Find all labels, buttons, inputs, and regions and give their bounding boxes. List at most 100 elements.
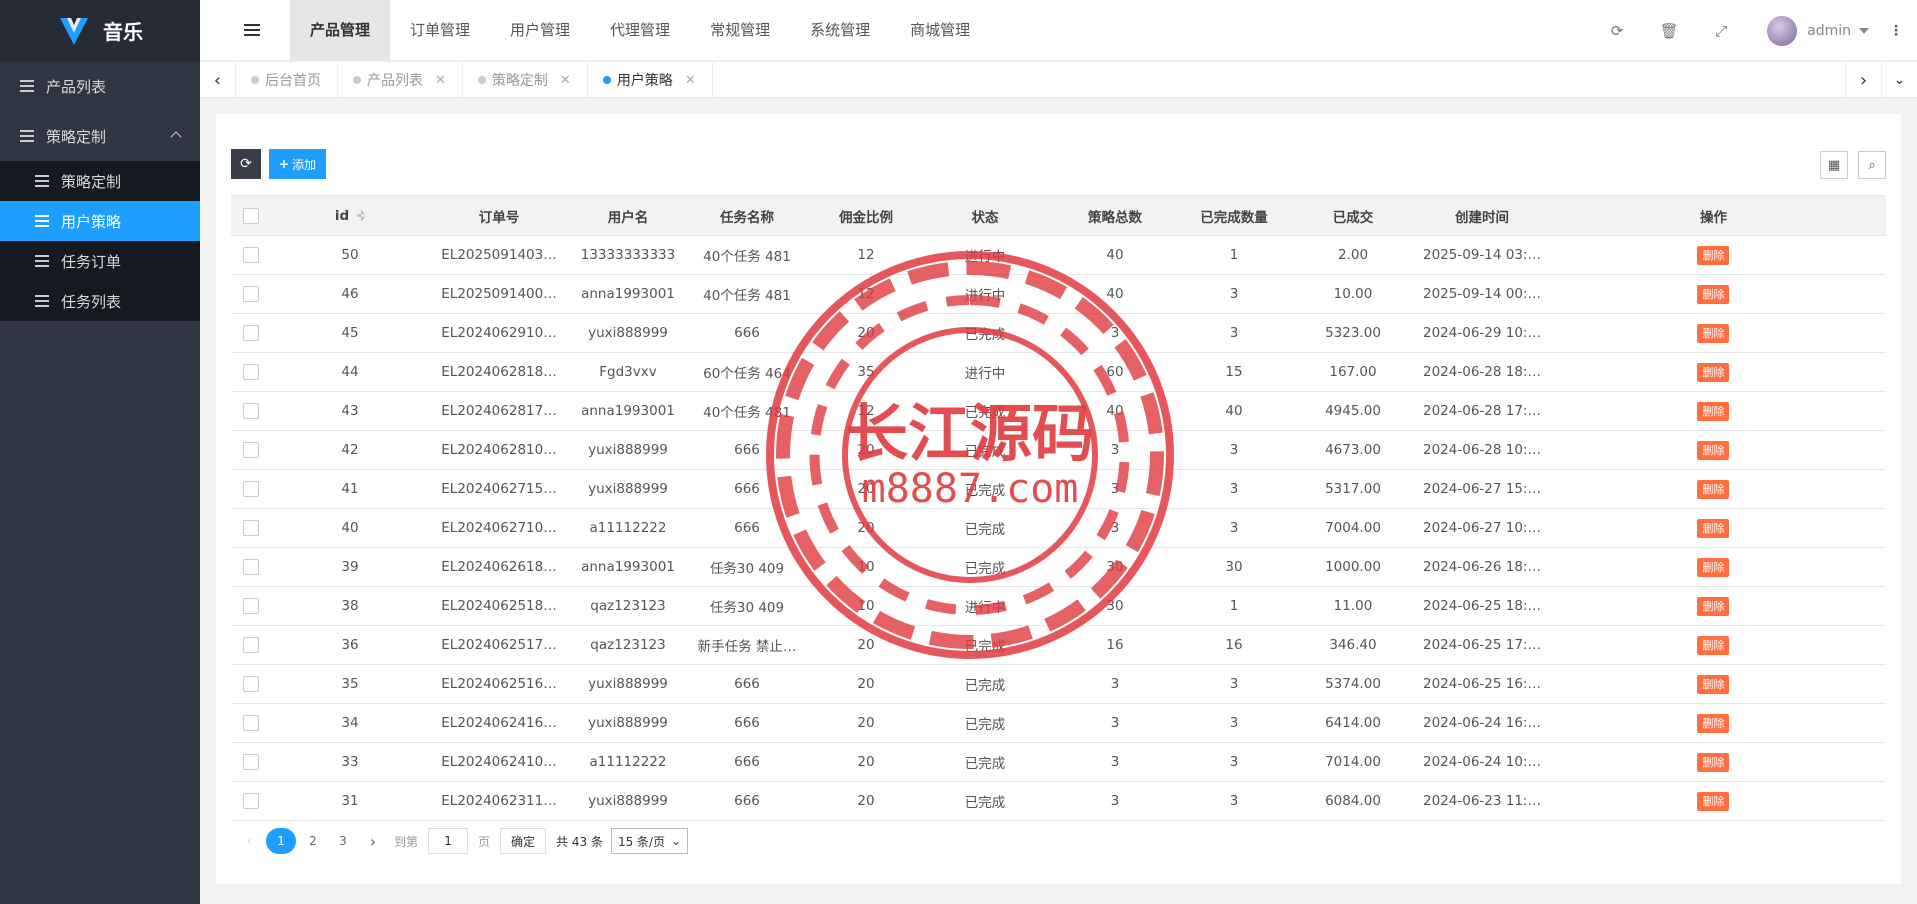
row-checkbox[interactable] [243,559,259,575]
row-checkbox[interactable] [243,247,259,263]
refresh-icon[interactable]: ⟳ [1591,22,1643,40]
row-checkbox[interactable] [243,442,259,458]
delete-button[interactable]: 删除 [1697,597,1730,616]
per-page-select[interactable]: 15 条/页 ⌄ [610,828,689,854]
delete-button[interactable]: 删除 [1697,441,1730,460]
topnav-item[interactable]: 用户管理 [490,0,590,61]
table-cell: anna1993001 [569,274,687,314]
delete-button[interactable]: 删除 [1697,675,1730,694]
caret-down-icon[interactable] [1859,27,1869,34]
tab-home[interactable]: 后台首页 [236,62,338,98]
delete-button[interactable]: 删除 [1697,753,1730,772]
trash-icon[interactable]: 🗑 [1643,22,1695,40]
next-page-icon[interactable]: › [360,828,386,854]
row-checkbox-cell[interactable] [231,586,271,626]
topnav-item[interactable]: 产品管理 [290,0,391,61]
select-all-checkbox[interactable] [243,207,259,224]
sidebar-subitem-task-list[interactable]: 任务列表 [0,281,200,321]
row-checkbox-cell[interactable] [231,352,271,392]
delete-button[interactable]: 删除 [1697,636,1730,655]
delete-button[interactable]: 删除 [1697,480,1730,499]
sidebar-subitem-strategy-custom[interactable]: 策略定制 [0,161,200,201]
delete-button[interactable]: 删除 [1697,285,1730,304]
refresh-button[interactable]: ⟳ [231,149,261,179]
avatar[interactable] [1767,15,1798,46]
column-header[interactable]: id [271,195,429,236]
row-checkbox-cell[interactable] [231,274,271,314]
row-checkbox-cell[interactable] [231,703,271,743]
delete-button[interactable]: 删除 [1697,324,1730,343]
sidebar-subitem-user-strategy[interactable]: 用户策略 [0,201,200,241]
row-checkbox-cell[interactable] [231,469,271,509]
row-checkbox[interactable] [243,637,259,653]
close-icon[interactable]: ✕ [685,73,696,88]
table-cell: 2.00 [1283,235,1423,275]
sidebar-item-strategy[interactable]: 策略定制 [0,111,200,161]
chevron-left-icon[interactable]: ‹ [200,62,236,98]
page-3[interactable]: 3 [330,828,356,854]
tab-user-strategy[interactable]: 用户策略 ✕ [588,62,713,98]
row-checkbox-cell[interactable] [231,547,271,587]
row-checkbox-cell[interactable] [231,508,271,548]
close-icon[interactable]: ✕ [435,73,446,88]
confirm-button[interactable]: 确定 [500,828,547,854]
topnav-item[interactable]: 系统管理 [790,0,890,61]
row-checkbox-cell[interactable] [231,313,271,353]
topnav-item[interactable]: 代理管理 [590,0,690,61]
page-2[interactable]: 2 [300,828,326,854]
header-checkbox-cell[interactable] [231,195,271,236]
user-name[interactable]: admin [1807,23,1851,39]
topnav-item[interactable]: 常规管理 [690,0,790,61]
search-icon[interactable]: ⌕ [1858,151,1886,179]
row-checkbox[interactable] [243,520,259,536]
row-checkbox-cell[interactable] [231,391,271,431]
delete-button[interactable]: 删除 [1697,792,1730,811]
row-checkbox[interactable] [243,715,259,731]
table-header-row: id 订单号 用户名 任务名称 佣金比例 状态 策略总数 已完成数量 已成交 创… [231,195,1886,236]
delete-button[interactable]: 删除 [1697,363,1730,382]
row-checkbox-cell[interactable] [231,625,271,665]
topnav-item[interactable]: 订单管理 [390,0,490,61]
row-checkbox[interactable] [243,754,259,770]
delete-button[interactable]: 删除 [1697,519,1730,538]
page-1[interactable]: 1 [266,828,296,854]
table-cell: 41 [271,469,429,509]
columns-icon[interactable]: ▦ [1820,151,1848,179]
fullscreen-icon[interactable]: ⤢ [1695,22,1747,40]
row-checkbox-cell[interactable] [231,742,271,782]
sidebar-subitem-task-orders[interactable]: 任务订单 [0,241,200,281]
delete-button[interactable]: 删除 [1697,714,1730,733]
delete-button[interactable]: 删除 [1697,402,1730,421]
row-checkbox[interactable] [243,325,259,341]
page-input[interactable]: 1 [428,828,469,854]
row-checkbox[interactable] [243,481,259,497]
more-vertical-icon[interactable]: ⋮ [1889,23,1903,39]
row-checkbox-cell[interactable] [231,664,271,704]
row-checkbox[interactable] [243,364,259,380]
table-cell: 3 [1045,469,1185,509]
close-icon[interactable]: ✕ [560,73,571,88]
list-icon [35,175,49,187]
chevron-down-icon[interactable]: ⌄ [1881,62,1917,98]
topnav-item[interactable]: 商城管理 [890,0,990,61]
table-cell: 4945.00 [1283,391,1423,431]
sidebar-item-product-list[interactable]: 产品列表 [0,61,200,111]
table-cell: 6084.00 [1283,781,1423,821]
row-checkbox-cell[interactable] [231,430,271,470]
row-checkbox-cell[interactable] [231,781,271,821]
row-checkbox-cell[interactable] [231,235,271,275]
add-button[interactable]: + 添加 [269,149,327,179]
delete-button[interactable]: 删除 [1697,246,1730,265]
row-checkbox[interactable] [243,598,259,614]
row-checkbox[interactable] [243,286,259,302]
chevron-right-icon[interactable]: › [1845,62,1881,98]
row-checkbox[interactable] [243,403,259,419]
tab-strategy[interactable]: 策略定制 ✕ [463,62,588,98]
delete-button[interactable]: 删除 [1697,558,1730,577]
prev-page-icon[interactable]: ‹ [236,828,262,854]
row-checkbox[interactable] [243,676,259,692]
sort-icon[interactable] [357,209,366,222]
menu-toggle-icon[interactable] [244,24,260,36]
tab-product-list[interactable]: 产品列表 ✕ [338,62,463,98]
row-checkbox[interactable] [243,793,259,809]
